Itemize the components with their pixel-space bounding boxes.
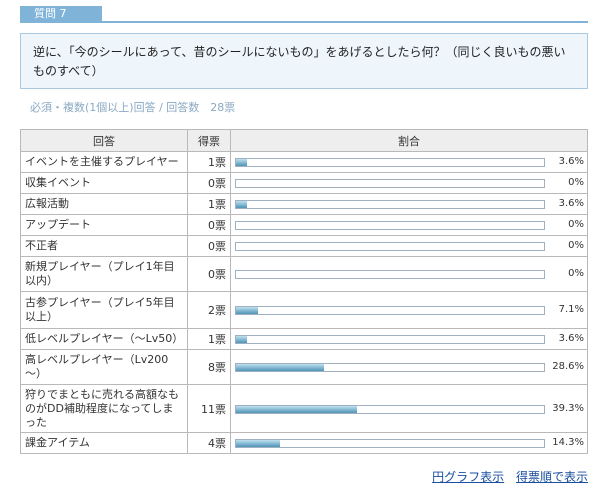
answer-cell: 課金アイテム <box>20 432 188 454</box>
header-count: 得票 <box>187 129 231 152</box>
table-row: 収集イベント 0票 0% <box>20 172 588 194</box>
ratio-cell: 0% <box>230 172 588 194</box>
count-cell: 4票 <box>187 432 231 454</box>
count-cell: 0票 <box>187 214 231 236</box>
ratio-bar <box>235 270 545 279</box>
percent-label: 0% <box>568 268 584 279</box>
answer-cell: 低レベルプレイヤー（～Lv50） <box>20 328 188 350</box>
ratio-bar <box>235 200 545 209</box>
count-cell: 1票 <box>187 151 231 173</box>
count-cell: 8票 <box>187 349 231 385</box>
header-ratio: 割合 <box>230 129 588 152</box>
count-cell: 1票 <box>187 328 231 350</box>
tab-divider <box>20 21 588 23</box>
table-row: 古参プレイヤー（プレイ5年目以上） 2票 7.1% <box>20 291 588 329</box>
count-cell: 0票 <box>187 256 231 292</box>
percent-label: 3.6% <box>558 198 584 209</box>
sort-by-votes-link[interactable]: 得票順で表示 <box>516 470 588 484</box>
ratio-bar-fill <box>236 336 248 343</box>
answer-cell: 新規プレイヤー（プレイ1年目以内） <box>20 256 188 292</box>
ratio-cell: 14.3% <box>230 432 588 454</box>
pie-chart-link[interactable]: 円グラフ表示 <box>432 470 504 484</box>
table-row: 低レベルプレイヤー（～Lv50） 1票 3.6% <box>20 328 588 350</box>
count-cell: 1票 <box>187 193 231 215</box>
answer-cell: 古参プレイヤー（プレイ5年目以上） <box>20 291 188 329</box>
ratio-bar-fill <box>236 307 258 314</box>
answer-cell: 収集イベント <box>20 172 188 194</box>
ratio-bar <box>235 404 545 414</box>
count-cell: 11票 <box>187 384 231 433</box>
ratio-bar <box>235 242 545 251</box>
count-cell: 0票 <box>187 235 231 257</box>
percent-label: 28.6% <box>552 361 584 372</box>
ratio-bar-fill <box>236 159 248 166</box>
ratio-cell: 28.6% <box>230 349 588 385</box>
answer-cell: 狩りでまともに売れる高額なものがDD補助程度になってしまった <box>20 384 188 433</box>
answer-cell: 高レベルプレイヤー（Lv200～） <box>20 349 188 385</box>
header-row: 回答 得票 割合 <box>20 129 588 152</box>
ratio-bar-fill <box>236 364 325 371</box>
percent-label: 0% <box>568 219 584 230</box>
ratio-bar-fill <box>236 440 281 447</box>
table-row: 課金アイテム 4票 14.3% <box>20 432 588 454</box>
ratio-cell: 7.1% <box>230 291 588 329</box>
answer-cell: 不正者 <box>20 235 188 257</box>
ratio-bar <box>235 363 545 372</box>
results-table: 回答 得票 割合 イベントを主催するプレイヤー 1票 3.6% 収集イベント 0票 0% 広… <box>20 129 588 454</box>
percent-label: 0% <box>568 240 584 251</box>
percent-label: 3.6% <box>558 333 584 344</box>
ratio-cell: 39.3% <box>230 384 588 433</box>
table-row: 高レベルプレイヤー（Lv200～） 8票 28.6% <box>20 349 588 385</box>
ratio-cell: 3.6% <box>230 193 588 215</box>
ratio-bar-fill <box>236 405 358 413</box>
header-answer: 回答 <box>20 129 188 152</box>
table-row: 不正者 0票 0% <box>20 235 588 257</box>
table-row: イベントを主催するプレイヤー 1票 3.6% <box>20 151 588 173</box>
percent-label: 14.3% <box>552 437 584 448</box>
answer-cell: イベントを主催するプレイヤー <box>20 151 188 173</box>
response-meta: 必須・複数(1個以上)回答 / 回答数 28票 <box>30 101 236 114</box>
table-row: アップデート 0票 0% <box>20 214 588 236</box>
question-box: 逆に、「今のシールにあって、昔のシールにないもの」をあげるとしたら何？（同じく良… <box>20 33 588 89</box>
ratio-bar-fill <box>236 201 248 208</box>
percent-label: 0% <box>568 177 584 188</box>
ratio-bar <box>235 158 545 167</box>
ratio-bar <box>235 306 545 315</box>
percent-label: 39.3% <box>552 402 584 414</box>
ratio-cell: 3.6% <box>230 328 588 350</box>
count-cell: 2票 <box>187 291 231 329</box>
count-cell: 0票 <box>187 172 231 194</box>
question-text: 逆に、「今のシールにあって、昔のシールにないもの」をあげるとしたら何？（同じく良… <box>33 45 566 78</box>
ratio-cell: 0% <box>230 256 588 292</box>
answer-cell: 広報活動 <box>20 193 188 215</box>
table-row: 狩りでまともに売れる高額なものがDD補助程度になってしまった 11票 39.3% <box>20 384 588 433</box>
answer-cell: アップデート <box>20 214 188 236</box>
table-row: 新規プレイヤー（プレイ1年目以内） 0票 0% <box>20 256 588 292</box>
ratio-cell: 0% <box>230 235 588 257</box>
ratio-bar <box>235 335 545 344</box>
percent-label: 7.1% <box>558 304 584 315</box>
view-links: 円グラフ表示 得票順で表示 <box>424 468 588 485</box>
ratio-cell: 0% <box>230 214 588 236</box>
question-tab: 質問 7 <box>20 6 102 22</box>
ratio-cell: 3.6% <box>230 151 588 173</box>
percent-label: 3.6% <box>558 156 584 167</box>
ratio-bar <box>235 179 545 188</box>
table-row: 広報活動 1票 3.6% <box>20 193 588 215</box>
ratio-bar <box>235 439 545 448</box>
ratio-bar <box>235 221 545 230</box>
